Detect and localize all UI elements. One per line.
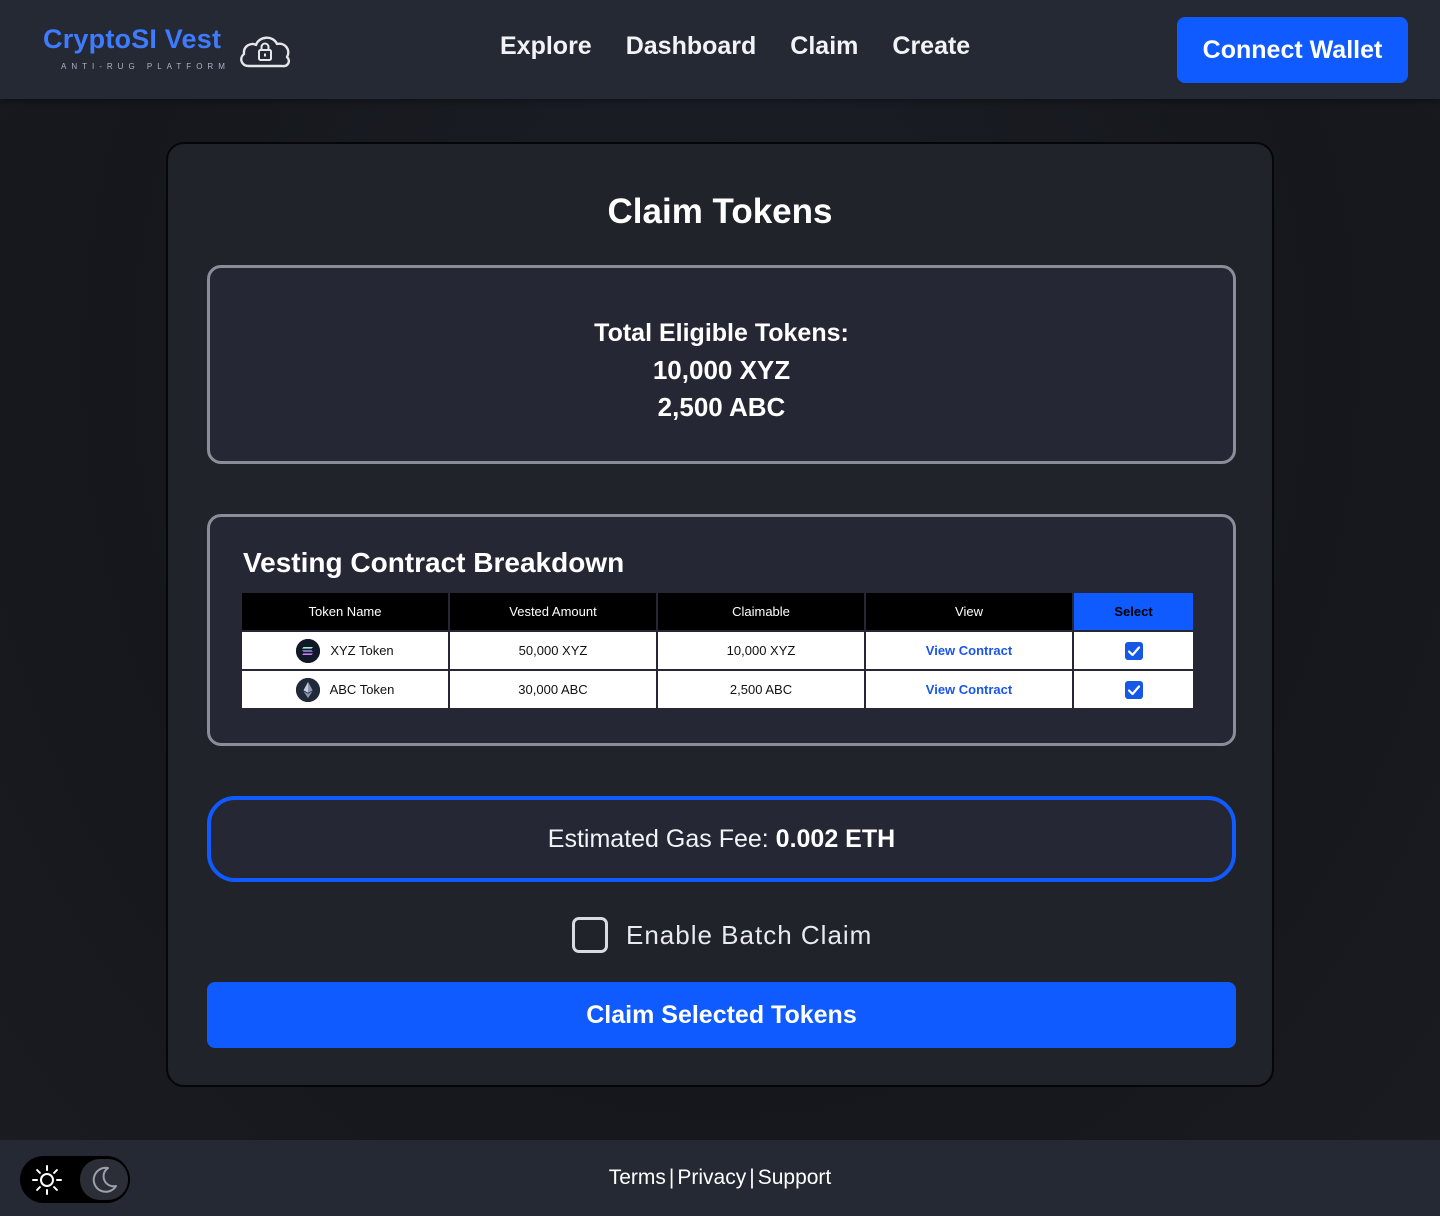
gas-fee-panel: Estimated Gas Fee: 0.002 ETH bbox=[207, 796, 1236, 882]
vested-amount-cell: 50,000 XYZ bbox=[449, 630, 658, 670]
solana-icon bbox=[296, 638, 321, 663]
cloud-lock-icon bbox=[240, 36, 290, 68]
ethereum-icon bbox=[295, 677, 320, 702]
table-header-row: Token Name Vested Amount Claimable View … bbox=[242, 593, 1193, 631]
logo-title: CryptoSI Vest bbox=[43, 24, 222, 54]
batch-claim-label: Enable Batch Claim bbox=[626, 919, 873, 950]
footer: Terms | Privacy | Support bbox=[0, 1140, 1440, 1216]
nav-dashboard[interactable]: Dashboard bbox=[626, 32, 757, 61]
select-checkbox[interactable] bbox=[1124, 641, 1143, 660]
batch-claim-option: Enable Batch Claim bbox=[572, 916, 872, 954]
table-row: XYZ Token 50,000 XYZ 10,000 XYZ View Con… bbox=[242, 630, 1193, 670]
view-contract-link[interactable]: View Contract bbox=[926, 682, 1012, 697]
checkmark-icon bbox=[1127, 645, 1140, 656]
vested-amount-cell: 30,000 ABC bbox=[449, 669, 658, 708]
select-cell bbox=[1073, 630, 1193, 670]
vesting-breakdown-panel: Vesting Contract Breakdown Token Name Ve… bbox=[207, 514, 1236, 746]
breakdown-title: Vesting Contract Breakdown bbox=[243, 547, 625, 578]
column-header-token-name: Token Name bbox=[242, 593, 450, 631]
token-name-cell: ABC Token bbox=[242, 669, 450, 708]
logo-tagline: ANTI-RUG PLATFORM bbox=[61, 62, 230, 71]
gas-fee-value: 0.002 ETH bbox=[775, 825, 896, 853]
token-name: XYZ Token bbox=[330, 643, 394, 658]
top-header: CryptoSI Vest ANTI-RUG PLATFORM Explore … bbox=[0, 0, 1440, 99]
footer-separator: | bbox=[668, 1166, 675, 1189]
nav-explore[interactable]: Explore bbox=[500, 32, 592, 61]
footer-link-support[interactable]: Support bbox=[758, 1166, 832, 1189]
nav-claim[interactable]: Claim bbox=[790, 32, 858, 61]
checkmark-icon bbox=[1127, 684, 1140, 695]
claimable-cell: 10,000 XYZ bbox=[657, 630, 866, 670]
column-header-select: Select bbox=[1073, 593, 1193, 631]
token-name: ABC Token bbox=[329, 682, 395, 697]
table-row: ABC Token 30,000 ABC 2,500 ABC View Cont… bbox=[242, 669, 1193, 708]
page-title: Claim Tokens bbox=[607, 192, 833, 231]
token-name-cell: XYZ Token bbox=[242, 630, 450, 670]
total-eligible-label: Total Eligible Tokens: bbox=[594, 319, 849, 347]
vesting-table: Token Name Vested Amount Claimable View … bbox=[242, 593, 1193, 708]
claim-card: Claim Tokens Total Eligible Tokens: 10,0… bbox=[166, 142, 1274, 1087]
column-header-claimable: Claimable bbox=[657, 593, 866, 631]
total-eligible-panel: Total Eligible Tokens: 10,000 XYZ 2,500 … bbox=[207, 265, 1236, 464]
column-header-view: View bbox=[865, 593, 1074, 631]
main-nav: Explore Dashboard Claim Create bbox=[500, 32, 970, 61]
gas-fee-label: Estimated Gas Fee: bbox=[547, 825, 776, 853]
footer-link-terms[interactable]: Terms bbox=[609, 1166, 666, 1189]
footer-separator: | bbox=[749, 1166, 755, 1189]
nav-create[interactable]: Create bbox=[892, 32, 970, 61]
total-eligible-xyz: 10,000 XYZ bbox=[652, 355, 791, 385]
total-eligible-abc: 2,500 ABC bbox=[657, 392, 786, 422]
claimable-cell: 2,500 ABC bbox=[657, 669, 866, 708]
view-cell: View Contract bbox=[865, 669, 1074, 708]
footer-link-privacy[interactable]: Privacy bbox=[677, 1166, 746, 1189]
view-cell: View Contract bbox=[865, 630, 1074, 670]
column-header-vested-amount: Vested Amount bbox=[449, 593, 658, 631]
claim-selected-button[interactable]: Claim Selected Tokens bbox=[207, 982, 1236, 1048]
select-cell bbox=[1073, 669, 1193, 708]
connect-wallet-button[interactable]: Connect Wallet bbox=[1177, 17, 1408, 83]
logo[interactable]: CryptoSI Vest ANTI-RUG PLATFORM bbox=[43, 24, 303, 78]
select-checkbox[interactable] bbox=[1124, 680, 1143, 699]
view-contract-link[interactable]: View Contract bbox=[926, 643, 1012, 658]
batch-claim-checkbox[interactable] bbox=[572, 917, 608, 953]
footer-links: Terms | Privacy | Support bbox=[0, 1166, 1440, 1190]
